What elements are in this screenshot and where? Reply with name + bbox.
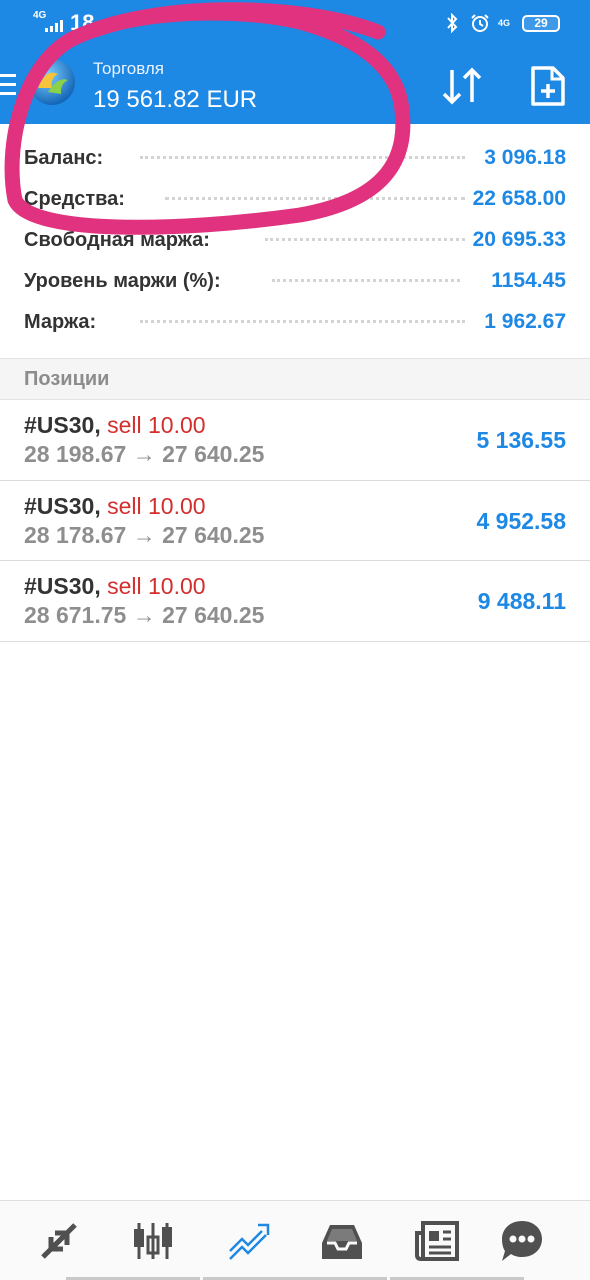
position-direction: sell 10.00	[107, 412, 206, 438]
position-title: #US30, sell 10.00	[24, 493, 206, 519]
current-price: 27 640.25	[162, 521, 265, 548]
position-symbol: #US30,	[24, 412, 101, 438]
position-prices: 28 198.67 → 27 640.25	[24, 441, 264, 467]
sort-button[interactable]	[438, 62, 486, 110]
nav-history[interactable]	[318, 1217, 366, 1265]
quotes-icon	[41, 1223, 77, 1259]
position-profit: 4 952.58	[476, 507, 566, 534]
account-summary: Баланс: 3 096.18 Средства: 22 658.00 Сво…	[0, 138, 590, 343]
account-balance: 19 561.82 EUR	[93, 86, 258, 113]
news-icon	[415, 1221, 459, 1261]
nav-chart[interactable]	[129, 1217, 177, 1265]
battery-icon: 29	[522, 14, 560, 32]
current-price: 27 640.25	[162, 441, 265, 467]
summary-label: Маржа:	[24, 311, 97, 333]
messages-icon	[502, 1221, 542, 1261]
menu-icon[interactable]	[0, 70, 18, 100]
new-order-icon	[531, 66, 565, 106]
positions-section-header: Позиции	[0, 358, 590, 400]
position-profit: 9 488.11	[477, 588, 566, 614]
summary-row-margin-level: Уровень маржи (%): 1154.45	[0, 261, 590, 302]
summary-value: 1 962.67	[484, 310, 566, 333]
new-order-button[interactable]	[523, 62, 571, 110]
trade-icon	[229, 1223, 270, 1260]
bluetooth-icon	[442, 13, 462, 33]
position-prices: 28 671.75 → 27 640.25	[24, 602, 264, 628]
dotted-leader	[165, 196, 465, 200]
clock: 18	[70, 10, 95, 35]
summary-row-equity: Средства: 22 658.00	[0, 179, 590, 220]
open-price: 28 671.75	[24, 602, 127, 628]
current-price: 27 640.25	[162, 602, 265, 628]
nav-messages[interactable]	[498, 1217, 546, 1265]
position-direction: sell 10.00	[107, 492, 206, 519]
chart-icon	[134, 1223, 172, 1259]
position-row[interactable]: #US30, sell 10.00 28 671.75 → 27 640.25 …	[0, 561, 590, 642]
status-bar: 4G 18 4G 29	[0, 0, 590, 44]
open-price: 28 178.67	[24, 521, 127, 548]
account-label: Торговля	[93, 59, 165, 78]
summary-label: Баланс:	[24, 147, 104, 169]
position-symbol: #US30,	[24, 492, 101, 519]
summary-value: 20 695.33	[472, 228, 566, 251]
arrow-icon: →	[132, 521, 156, 548]
open-price: 28 198.67	[24, 441, 127, 467]
summary-value: 3 096.18	[484, 146, 566, 169]
dotted-leader	[265, 237, 465, 241]
summary-row-free-margin: Свободная маржа: 20 695.33	[0, 220, 590, 261]
position-title: #US30, sell 10.00	[24, 412, 206, 438]
dotted-leader	[140, 155, 465, 159]
nav-news[interactable]	[413, 1217, 461, 1265]
position-profit: 5 136.55	[476, 427, 566, 453]
network-type-right: 4G	[498, 17, 511, 28]
bottom-navigation	[0, 1200, 590, 1280]
signal-icon	[45, 20, 65, 32]
positions-list: #US30, sell 10.00 28 198.67 → 27 640.25 …	[0, 400, 590, 642]
arrow-icon: →	[132, 602, 156, 628]
summary-label: Средства:	[24, 188, 125, 210]
summary-label: Свободная маржа:	[24, 229, 210, 251]
summary-row-margin: Маржа: 1 962.67	[0, 302, 590, 343]
app-header: 4G 18 4G 29 Торговля 19 561.82 EUR	[0, 0, 590, 124]
position-row[interactable]: #US30, sell 10.00 28 178.67 → 27 640.25 …	[0, 481, 590, 561]
history-icon	[322, 1225, 362, 1259]
position-title: #US30, sell 10.00	[24, 573, 206, 599]
summary-label: Уровень маржи (%):	[24, 270, 221, 292]
position-prices: 28 178.67 → 27 640.25	[24, 522, 264, 548]
position-direction: sell 10.00	[107, 573, 206, 599]
app-logo	[28, 58, 76, 106]
summary-value: 1154.45	[491, 269, 566, 292]
position-row[interactable]: #US30, sell 10.00 28 198.67 → 27 640.25 …	[0, 400, 590, 481]
arrow-icon: →	[132, 441, 156, 467]
sort-arrows-icon	[442, 67, 482, 105]
section-title: Позиции	[24, 368, 110, 390]
dotted-leader	[272, 278, 460, 282]
alarm-icon	[470, 13, 490, 33]
nav-trade[interactable]	[224, 1217, 272, 1265]
status-icons: 4G 29	[442, 12, 560, 34]
dotted-leader	[140, 319, 465, 323]
summary-value: 22 658.00	[472, 187, 566, 210]
position-symbol: #US30,	[24, 573, 101, 599]
nav-quotes[interactable]	[35, 1217, 83, 1265]
summary-row-balance: Баланс: 3 096.18	[0, 138, 590, 179]
